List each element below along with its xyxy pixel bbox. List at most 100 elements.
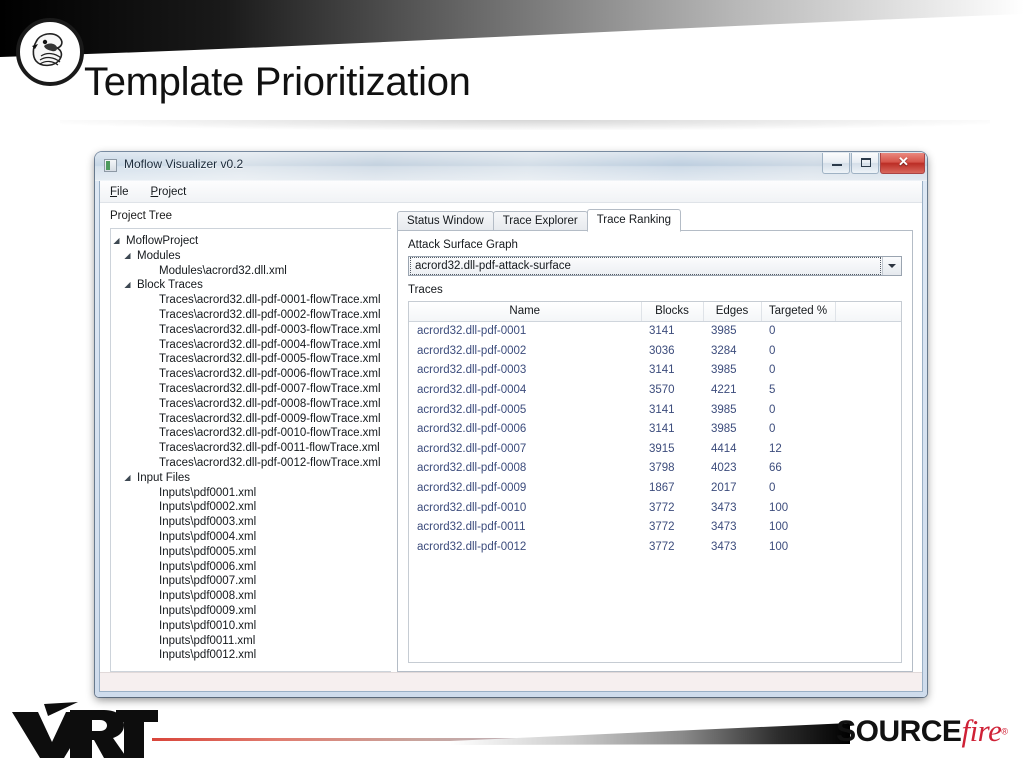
tree-node[interactable]: Inputs\pdf0007.xml (111, 574, 391, 589)
tree-node[interactable]: Inputs\pdf0010.xml (111, 619, 391, 634)
tree-node-label: Traces\acrord32.dll-pdf-0001-flowTrace.x… (159, 294, 381, 307)
tree-expander-icon[interactable]: ◢ (111, 234, 122, 249)
cell-targeted: 100 (769, 540, 789, 553)
table-row[interactable]: acrord32.dll-pdf-0005 3141 3985 0 (409, 400, 901, 420)
tree-node[interactable]: Inputs\pdf0004.xml (111, 530, 391, 545)
trace-ranking-panel: Attack Surface Graph acrord32.dll-pdf-at… (397, 230, 913, 672)
tree-node[interactable]: Traces\acrord32.dll-pdf-0009-flowTrace.x… (111, 412, 391, 427)
tree-node[interactable]: Inputs\pdf0006.xml (111, 560, 391, 575)
tree-node-label: Traces\acrord32.dll-pdf-0010-flowTrace.x… (159, 427, 381, 440)
tree-node[interactable]: Traces\acrord32.dll-pdf-0011-flowTrace.x… (111, 441, 391, 456)
table-row[interactable]: acrord32.dll-pdf-0008 3798 4023 66 (409, 459, 901, 479)
registered-trademark-icon: ® (1001, 726, 1008, 737)
column-header[interactable]: Edges (703, 302, 762, 322)
tree-expander-icon[interactable]: ◢ (122, 278, 133, 293)
tree-node[interactable]: ◢ Block Traces (111, 278, 391, 293)
table-row[interactable]: acrord32.dll-pdf-0004 3570 4221 5 (409, 380, 901, 400)
tree-node[interactable]: Inputs\pdf0011.xml (111, 634, 391, 649)
cell-name: acrord32.dll-pdf-0001 (417, 325, 527, 338)
cell-blocks: 3772 (649, 521, 675, 534)
column-header[interactable]: Name (409, 302, 642, 322)
tree-node[interactable]: Inputs\pdf0001.xml (111, 486, 391, 501)
cell-blocks: 3798 (649, 462, 675, 475)
attack-surface-graph-select[interactable]: acrord32.dll-pdf-attack-surface (408, 256, 902, 276)
vrt-bird-logo-icon (16, 18, 84, 86)
table-row[interactable]: acrord32.dll-pdf-0006 3141 3985 0 (409, 419, 901, 439)
table-row[interactable]: acrord32.dll-pdf-0011 3772 3473 100 (409, 517, 901, 537)
minimize-button[interactable] (822, 153, 850, 174)
tree-expander-icon[interactable]: ◢ (122, 249, 133, 264)
table-row[interactable]: acrord32.dll-pdf-0012 3772 3473 100 (409, 537, 901, 557)
sourcefire-wordmark-source: SOURCE (836, 715, 962, 748)
column-header[interactable]: Blocks (641, 302, 704, 322)
close-button[interactable]: ✕ (880, 153, 925, 174)
tree-node[interactable]: Traces\acrord32.dll-pdf-0001-flowTrace.x… (111, 293, 391, 308)
tree-node[interactable]: Traces\acrord32.dll-pdf-0006-flowTrace.x… (111, 367, 391, 382)
column-header[interactable]: Targeted % (761, 302, 836, 322)
cell-name: acrord32.dll-pdf-0007 (417, 442, 527, 455)
tree-node[interactable]: Traces\acrord32.dll-pdf-0007-flowTrace.x… (111, 382, 391, 397)
tree-node-label: Traces\acrord32.dll-pdf-0003-flowTrace.x… (159, 323, 381, 336)
cell-blocks: 3036 (649, 344, 675, 357)
tree-node[interactable]: ◢ Modules (111, 249, 391, 264)
chevron-down-icon[interactable] (882, 257, 901, 275)
cell-edges: 2017 (711, 482, 737, 495)
cell-name: acrord32.dll-pdf-0002 (417, 344, 527, 357)
column-header[interactable] (835, 302, 901, 322)
tree-node[interactable]: Inputs\pdf0009.xml (111, 604, 391, 619)
tab-trace-explorer[interactable]: Trace Explorer (492, 211, 588, 231)
tree-node[interactable]: Traces\acrord32.dll-pdf-0010-flowTrace.x… (111, 426, 391, 441)
maximize-button[interactable] (851, 153, 879, 174)
table-body: acrord32.dll-pdf-0001 3141 3985 0 acrord32.d… (409, 321, 901, 557)
tree-node-label: Inputs\pdf0012.xml (159, 649, 257, 662)
cell-name: acrord32.dll-pdf-0008 (417, 462, 527, 475)
tree-node[interactable]: Inputs\pdf0002.xml (111, 500, 391, 515)
tab-trace-ranking[interactable]: Trace Ranking (586, 209, 682, 232)
cell-name: acrord32.dll-pdf-0010 (417, 501, 527, 514)
tree-node-label: Inputs\pdf0002.xml (159, 501, 257, 514)
slide-header: Template Prioritization (0, 0, 1024, 130)
tree-node[interactable]: Traces\acrord32.dll-pdf-0012-flowTrace.x… (111, 456, 391, 471)
tab-status-window[interactable]: Status Window (397, 211, 494, 231)
tree-node[interactable]: Traces\acrord32.dll-pdf-0004-flowTrace.x… (111, 338, 391, 353)
cell-edges: 3985 (711, 423, 737, 436)
cell-blocks: 3141 (649, 364, 675, 377)
traces-grid-container[interactable]: Name Blocks Edges Targeted % acrord32.dll-p… (408, 301, 902, 663)
menu-file[interactable]: File (110, 186, 129, 198)
tree-node[interactable]: Traces\acrord32.dll-pdf-0008-flowTrace.x… (111, 397, 391, 412)
cell-name: acrord32.dll-pdf-0004 (417, 384, 527, 397)
tree-node[interactable]: Traces\acrord32.dll-pdf-0002-flowTrace.x… (111, 308, 391, 323)
tree-node[interactable]: Inputs\pdf0008.xml (111, 589, 391, 604)
table-row[interactable]: acrord32.dll-pdf-0007 3915 4414 12 (409, 439, 901, 459)
cell-spacer (835, 321, 901, 341)
window-titlebar[interactable]: Moflow Visualizer v0.2 ✕ (95, 152, 927, 181)
table-row[interactable]: acrord32.dll-pdf-0002 3036 3284 0 (409, 341, 901, 361)
tree-node[interactable]: Modules\acrord32.dll.xml (111, 264, 391, 279)
tree-node[interactable]: Traces\acrord32.dll-pdf-0003-flowTrace.x… (111, 323, 391, 338)
table-row[interactable]: acrord32.dll-pdf-0003 3141 3985 0 (409, 361, 901, 381)
tree-node[interactable]: Inputs\pdf0003.xml (111, 515, 391, 530)
menu-project[interactable]: Project (151, 186, 187, 198)
table-row[interactable]: acrord32.dll-pdf-0001 3141 3985 0 (409, 321, 901, 341)
tree-expander-icon[interactable]: ◢ (122, 471, 133, 486)
tree-node[interactable]: ◢ Input Files (111, 471, 391, 486)
table-row[interactable]: acrord32.dll-pdf-0010 3772 3473 100 (409, 498, 901, 518)
table-row[interactable]: acrord32.dll-pdf-0009 1867 2017 0 (409, 478, 901, 498)
tree-node[interactable]: Inputs\pdf0005.xml (111, 545, 391, 560)
project-tree[interactable]: ◢ MoflowProject ◢ Modules Modules\acrord32… (110, 228, 391, 672)
tree-node[interactable]: Traces\acrord32.dll-pdf-0005-flowTrace.x… (111, 352, 391, 367)
tree-node[interactable]: Inputs\pdf0012.xml (111, 648, 391, 663)
tree-node[interactable]: ◢ MoflowProject (111, 234, 391, 249)
